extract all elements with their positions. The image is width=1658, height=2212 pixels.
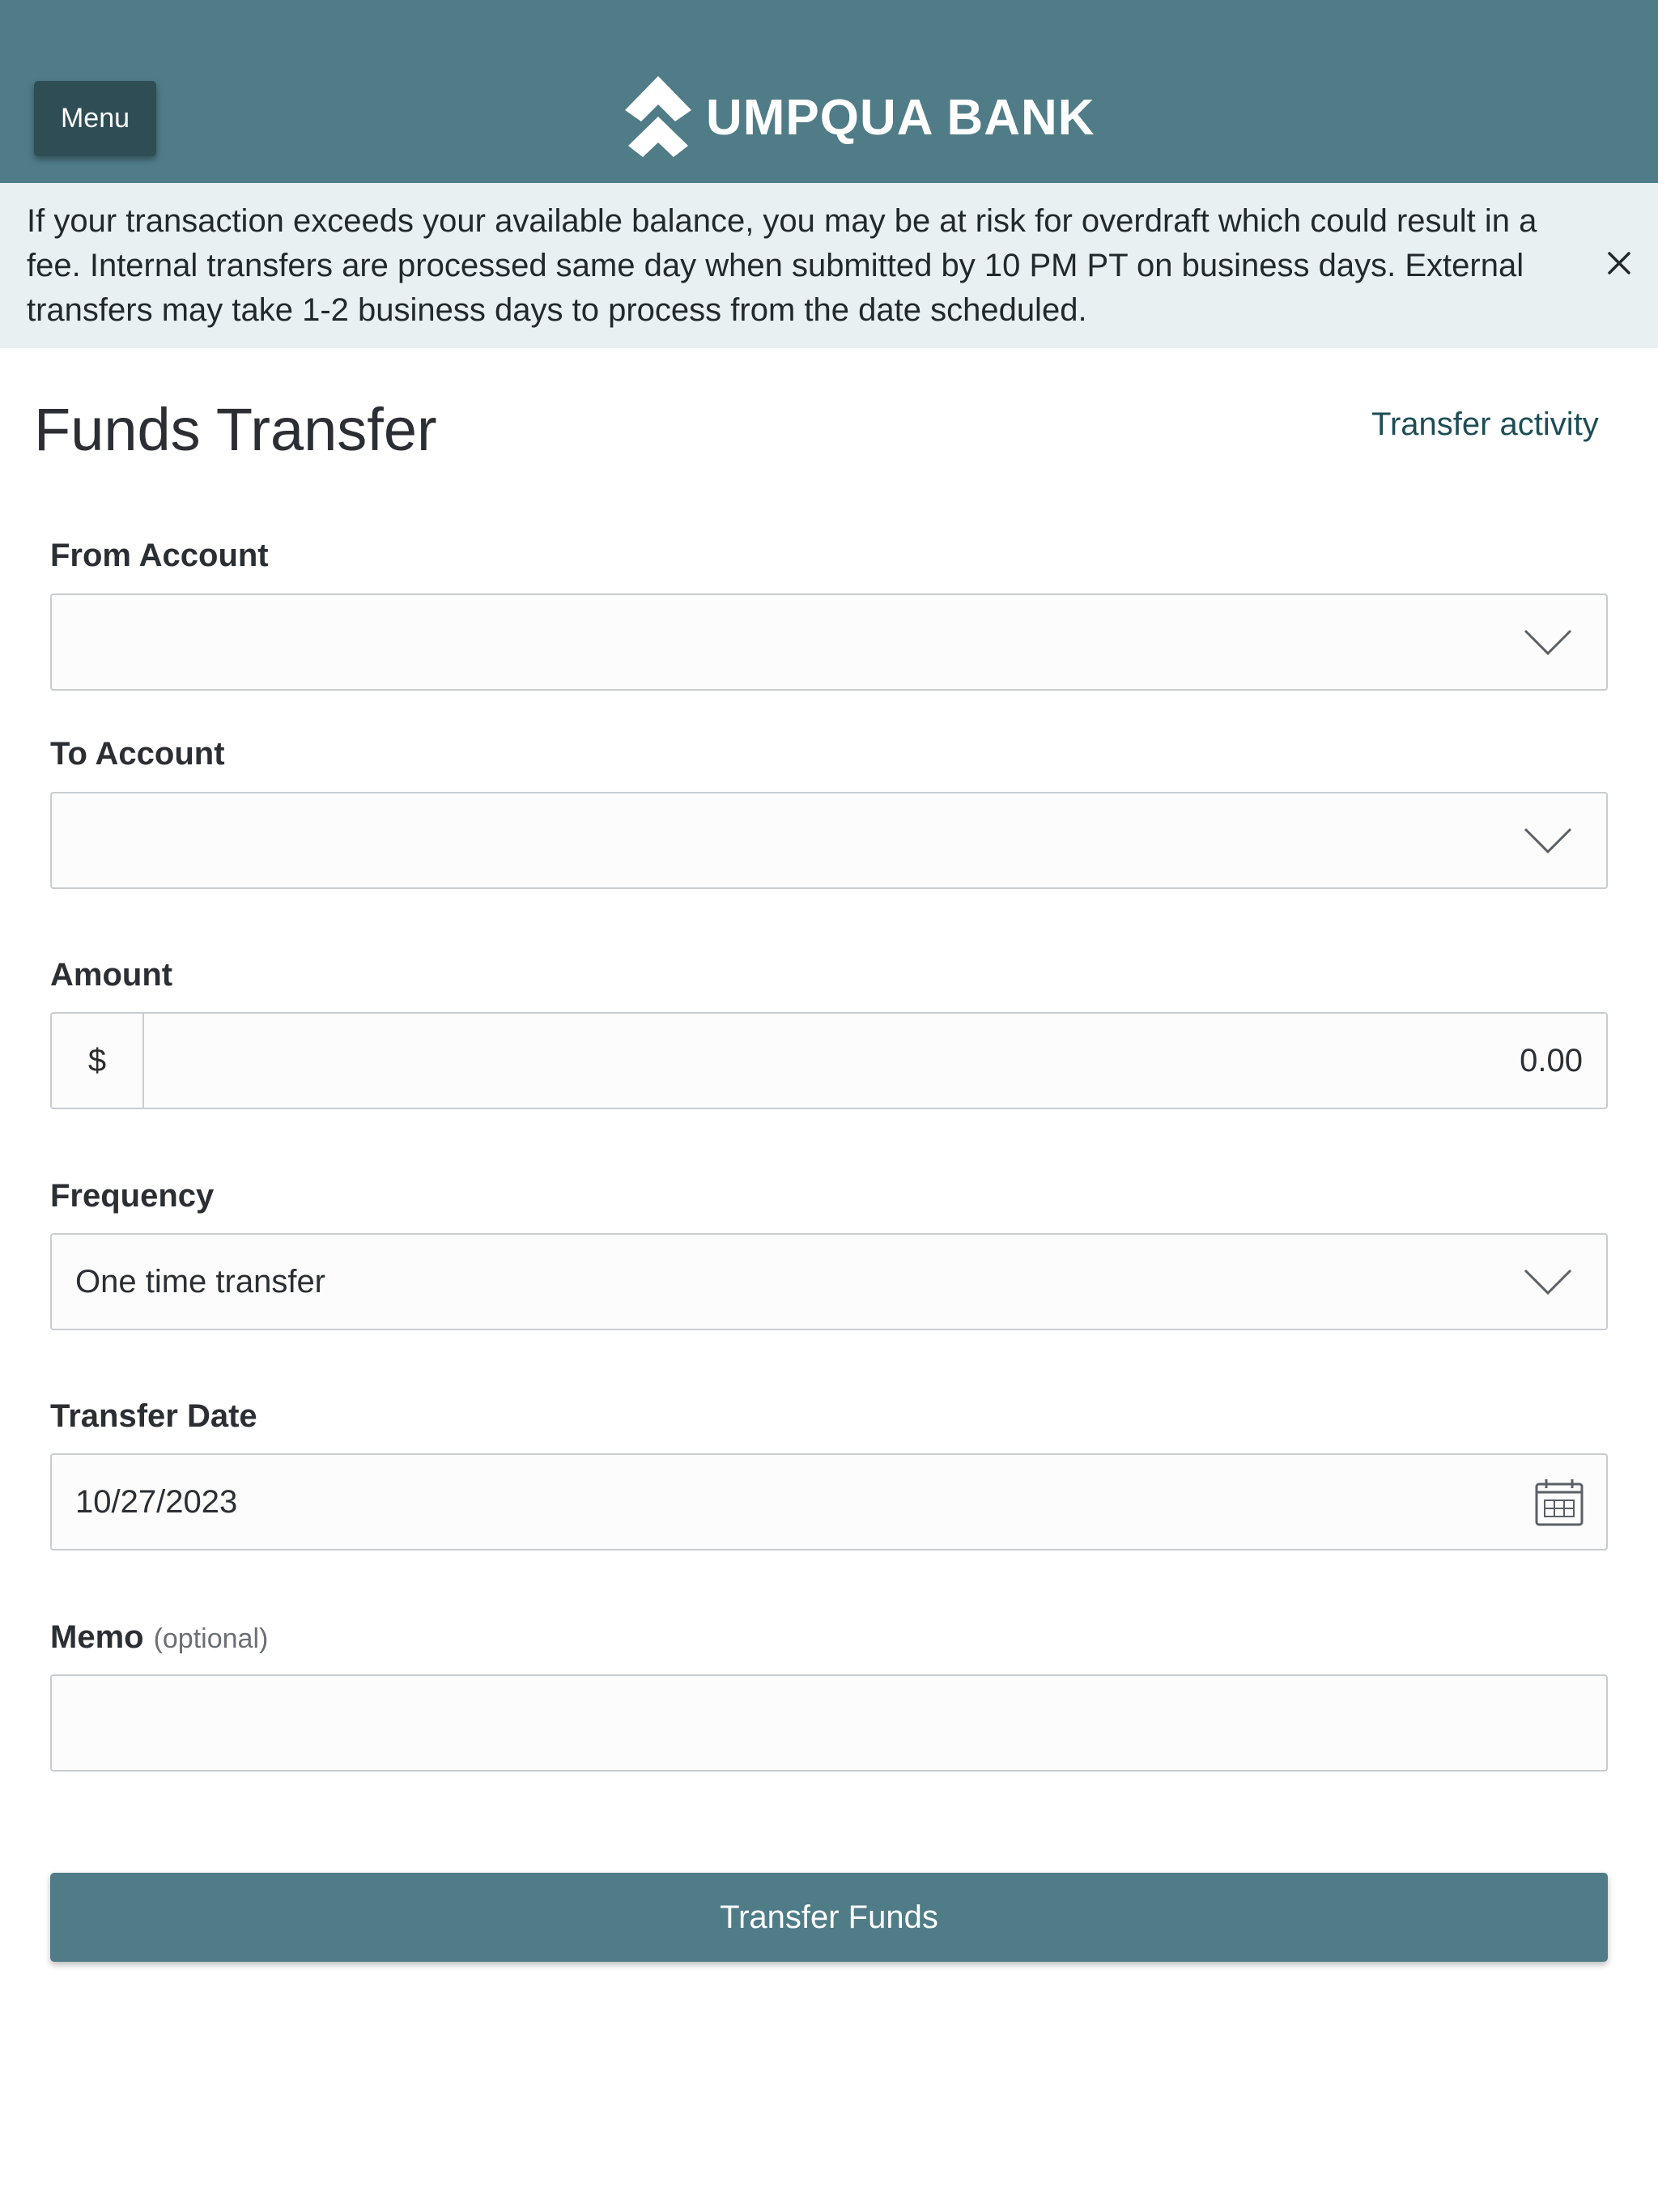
transfer-date-field[interactable]: 10/27/2023 bbox=[50, 1453, 1608, 1551]
transfer-date-label: Transfer Date bbox=[50, 1398, 257, 1434]
memo-label: Memo (optional) bbox=[50, 1619, 268, 1656]
optional-hint: (optional) bbox=[153, 1623, 269, 1654]
transfer-funds-button[interactable]: Transfer Funds bbox=[50, 1873, 1608, 1962]
close-icon[interactable] bbox=[1603, 247, 1635, 279]
to-account-select[interactable] bbox=[50, 792, 1608, 889]
frequency-label: Frequency bbox=[50, 1178, 215, 1214]
page-title: Funds Transfer bbox=[34, 396, 437, 463]
memo-input[interactable] bbox=[50, 1674, 1608, 1772]
transfer-activity-link[interactable]: Transfer activity bbox=[1371, 406, 1599, 443]
chevron-down-icon bbox=[1524, 629, 1572, 656]
umpqua-chevron-icon bbox=[625, 76, 691, 157]
frequency-value: One time transfer bbox=[75, 1264, 326, 1300]
menu-button[interactable]: Menu bbox=[34, 81, 156, 156]
chevron-down-icon bbox=[1524, 827, 1572, 854]
frequency-select[interactable]: One time transfer bbox=[50, 1233, 1608, 1330]
transfer-date-value[interactable]: 10/27/2023 bbox=[75, 1455, 237, 1549]
from-account-select[interactable] bbox=[50, 593, 1608, 691]
to-account-label: To Account bbox=[50, 736, 225, 772]
overdraft-notice: If your transaction exceeds your availab… bbox=[0, 183, 1658, 348]
from-account-label: From Account bbox=[50, 538, 269, 573]
app-header: Menu UMPQUA BANK bbox=[0, 0, 1658, 183]
amount-field[interactable]: $ 0.00 bbox=[50, 1012, 1608, 1109]
brand-name: UMPQUA BANK bbox=[706, 89, 1095, 146]
brand-logo[interactable]: UMPQUA BANK bbox=[623, 74, 1095, 160]
amount-input[interactable]: 0.00 bbox=[1520, 1014, 1583, 1108]
amount-label: Amount bbox=[50, 957, 173, 993]
currency-prefix: $ bbox=[52, 1014, 144, 1108]
chevron-down-icon bbox=[1524, 1269, 1572, 1295]
memo-label-text: Memo bbox=[50, 1619, 144, 1655]
calendar-icon[interactable] bbox=[1533, 1478, 1585, 1528]
notice-text: If your transaction exceeds your availab… bbox=[27, 203, 1537, 328]
